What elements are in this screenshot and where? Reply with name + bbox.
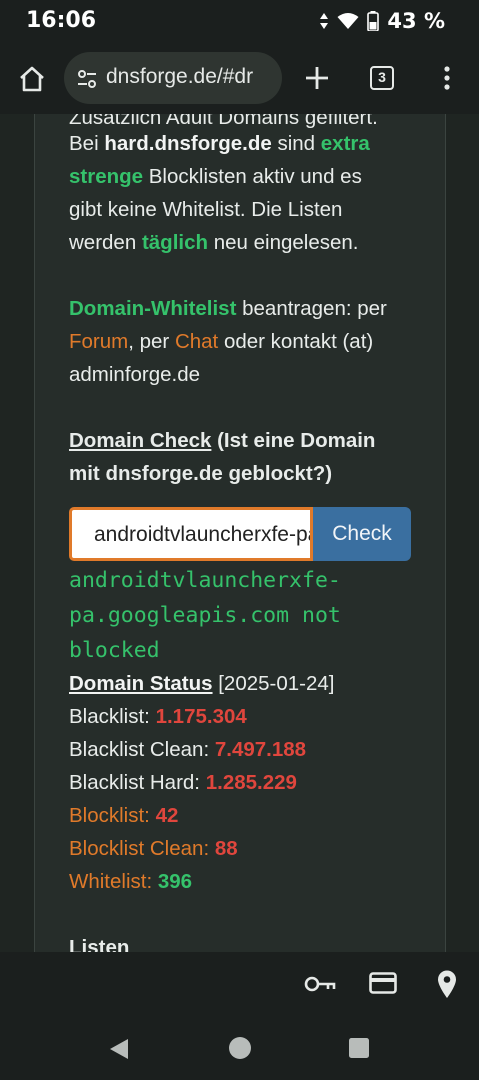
address-bar[interactable]: dnsforge.de/#dr — [64, 52, 282, 104]
tabs-icon[interactable]: 3 — [370, 66, 394, 90]
android-nav-bar — [0, 1016, 479, 1080]
check-result-line-2: pa.googleapis.com not — [69, 603, 341, 628]
bottom-toolbar — [0, 952, 479, 1016]
tune-icon[interactable] — [76, 68, 98, 90]
hard-info-line-4: werden täglich neu eingelesen. — [69, 231, 359, 254]
listen-heading: Listen — [69, 936, 130, 952]
blocklist-clean-link[interactable]: Blocklist Clean: — [69, 837, 215, 860]
domain-whitelist-link[interactable]: Domain-Whitelist — [69, 297, 236, 320]
key-icon[interactable] — [304, 974, 336, 994]
plus-icon[interactable] — [303, 64, 331, 92]
stat-blacklist: Blacklist: 1.175.304 — [69, 705, 247, 728]
status-bar: 16:06 43 % — [0, 0, 479, 42]
check-result-line-3: blocked — [69, 638, 160, 663]
status-time: 16:06 — [26, 8, 97, 33]
stat-blocklist: Blocklist: 42 — [69, 804, 179, 827]
stat-whitelist: Whitelist: 396 — [69, 870, 193, 893]
blocklist-link[interactable]: Blocklist: — [69, 804, 156, 827]
wifi-icon — [337, 13, 359, 29]
stat-blacklist-hard: Blacklist Hard: 1.285.229 — [69, 771, 297, 794]
whitelist-line-3: adminforge.de — [69, 363, 201, 386]
status-icons: 43 % — [319, 9, 445, 33]
domain-check-link[interactable]: Domain Check — [69, 429, 211, 452]
battery-icon — [367, 11, 380, 31]
back-icon[interactable] — [108, 1037, 130, 1061]
domain-status-link[interactable]: Domain Status — [69, 672, 213, 695]
domain-check-heading-1: Domain Check (Ist eine Domain — [69, 429, 376, 452]
recents-icon[interactable] — [348, 1037, 370, 1059]
domain-check-input-value[interactable]: androidtvlauncherxfe-pa.googleapis.com — [94, 523, 310, 547]
stat-blacklist-clean: Blacklist Clean: 7.497.188 — [69, 738, 307, 761]
credit-card-icon[interactable] — [369, 972, 397, 994]
home-circle-icon[interactable] — [228, 1036, 252, 1060]
hard-info-line-1: Bei hard.dnsforge.de sind extra — [69, 132, 370, 155]
location-pin-icon[interactable] — [436, 969, 458, 999]
whitelist-link[interactable]: Whitelist: — [69, 870, 158, 893]
domain-check-input[interactable]: androidtvlauncherxfe-pa.googleapis.com — [69, 507, 313, 561]
stat-blocklist-clean: Blocklist Clean: 88 — [69, 837, 238, 860]
check-result-line-1: androidtvlauncherxfe- — [69, 568, 341, 593]
forum-link[interactable]: Forum — [69, 330, 128, 353]
web-page: Zusätzlich Adult Domains gefiltert. Bei … — [0, 114, 479, 952]
whitelist-line-2: Forum, per Chat oder kontakt (at) — [69, 330, 374, 353]
hard-info-line-2: strenge Blocklisten aktiv und es — [69, 165, 362, 188]
whitelist-line-1: Domain-Whitelist beantragen: per — [69, 297, 387, 320]
more-vert-icon[interactable] — [436, 64, 458, 92]
battery-percent: 43 % — [387, 9, 445, 33]
url-text[interactable]: dnsforge.de/#dr — [106, 65, 253, 89]
hard-info-line-3: gibt keine Whitelist. Die Listen — [69, 198, 343, 221]
check-button[interactable]: Check — [313, 507, 411, 561]
domain-check-heading-2: mit dnsforge.de geblockt?) — [69, 462, 333, 485]
browser-toolbar: dnsforge.de/#dr 3 — [0, 42, 479, 114]
home-icon[interactable] — [17, 64, 47, 94]
domain-status-heading: Domain Status [2025-01-24] — [69, 672, 335, 695]
data-arrows-icon — [320, 13, 329, 29]
chat-link[interactable]: Chat — [175, 330, 218, 353]
